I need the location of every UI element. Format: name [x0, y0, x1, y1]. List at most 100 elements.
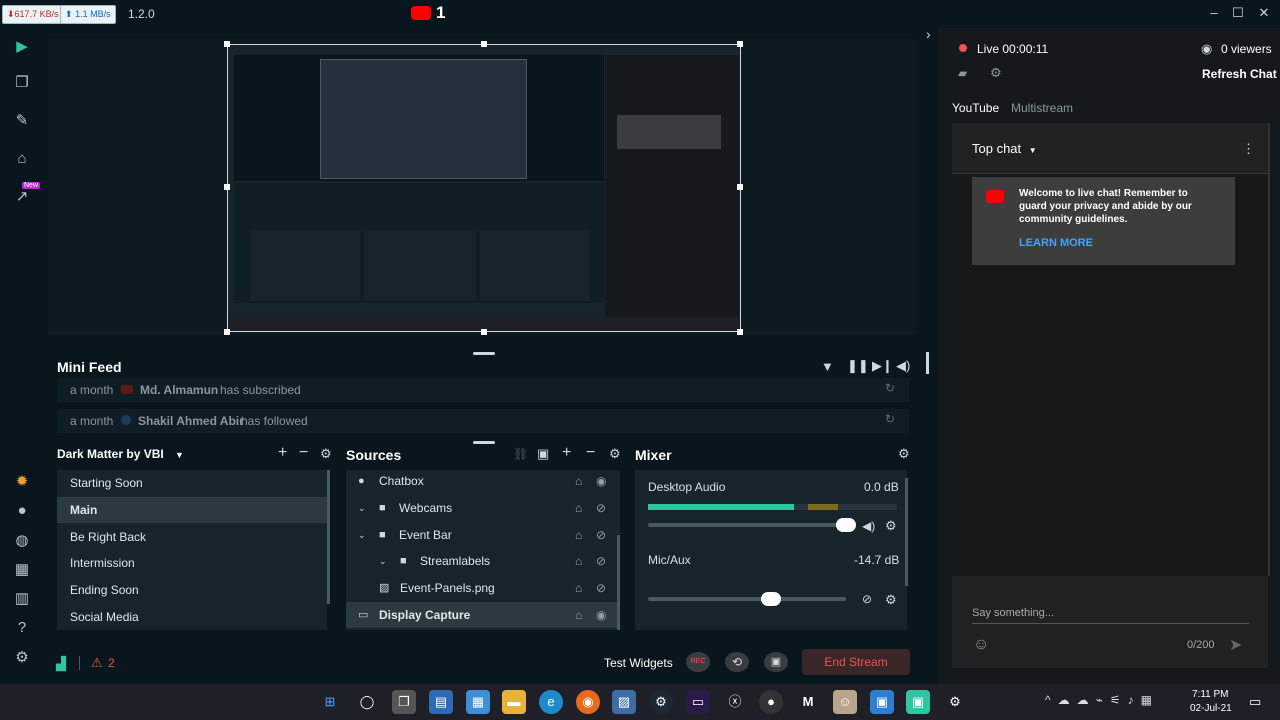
maximize-button[interactable]: ☐ [1228, 4, 1248, 22]
scene-item[interactable]: Starting Soon [57, 470, 327, 496]
add-scene-icon[interactable]: + [278, 444, 287, 462]
popout-chat-icon[interactable]: ▰ [958, 66, 967, 80]
scene-item[interactable]: Ending Soon [57, 577, 327, 603]
windows-start-icon[interactable]: ⊞ [318, 690, 342, 714]
lock-icon[interactable]: ⌂ [575, 468, 582, 494]
scenes-scrollbar[interactable] [327, 470, 330, 604]
resize-handle-tm[interactable] [481, 41, 487, 47]
send-icon[interactable]: ➤ [1229, 635, 1242, 655]
learn-more-link[interactable]: LEARN MORE [1019, 237, 1093, 249]
obs-icon[interactable]: ● [759, 690, 783, 714]
dock-drag-bar[interactable] [473, 441, 495, 444]
test-widgets-button[interactable]: Test Widgets [604, 656, 673, 670]
dock-drag-bar[interactable] [473, 352, 495, 355]
end-stream-button[interactable]: End Stream [802, 649, 910, 675]
visibility-icon[interactable]: ◉ [596, 602, 606, 628]
emoji-icon[interactable]: ☺ [973, 636, 989, 654]
premiere-icon[interactable]: ▭ [686, 690, 710, 714]
scene-item-selected[interactable]: Main [57, 497, 327, 523]
source-item[interactable]: ⌄ ■ Streamlabels ⌂ ⊘ [346, 548, 620, 574]
resize-handle-tr[interactable] [737, 41, 743, 47]
remove-scene-icon[interactable]: − [299, 444, 308, 462]
channel-settings-icon[interactable]: ⚙ [885, 518, 897, 534]
speaker-icon[interactable]: ◀) [862, 519, 875, 533]
scene-settings-icon[interactable]: ⚙ [320, 446, 332, 462]
photos-icon[interactable]: ▨ [612, 690, 636, 714]
edge-icon[interactable]: e [539, 690, 563, 714]
apps-icon[interactable]: ▦ [11, 559, 33, 581]
scene-item[interactable]: Be Right Back [57, 524, 327, 550]
top-chat-dropdown[interactable]: Top chat ▼ [972, 141, 1037, 156]
tab-youtube[interactable]: YouTube [952, 101, 999, 115]
library-icon[interactable]: ▥ [11, 588, 33, 610]
help-icon[interactable]: ? [11, 617, 33, 639]
firefox-icon[interactable]: ◉ [576, 690, 600, 714]
display-capture-preview[interactable] [227, 44, 741, 332]
alert-icon[interactable]: ⚠ [91, 655, 103, 671]
lock-icon[interactable]: ⌂ [575, 522, 582, 548]
chat-scrollbar[interactable] [1268, 123, 1270, 576]
folder-taskbar-icon[interactable]: ▬ [502, 690, 526, 714]
resize-handle-tl[interactable] [224, 41, 230, 47]
replay-buffer-button[interactable]: ⟲ [725, 652, 749, 672]
source-item[interactable]: ⌄ ■ Webcams ⌂ ⊘ [346, 495, 620, 521]
chevron-down-icon[interactable]: ⌄ [379, 548, 387, 574]
resize-handle-ml[interactable] [224, 184, 230, 190]
scene-item[interactable]: Social Media [57, 604, 327, 630]
layout-icon[interactable]: ❐ [11, 72, 33, 94]
filter-icon[interactable]: ▼ [821, 359, 834, 374]
volume-slider-track[interactable] [648, 523, 846, 527]
visibility-off-icon[interactable]: ⊘ [596, 548, 606, 574]
scene-collection-title[interactable]: Dark Matter by VBI ▼ [57, 447, 184, 461]
lock-icon[interactable]: ⌂ [575, 602, 582, 628]
visibility-off-icon[interactable]: ⊘ [596, 522, 606, 548]
close-button[interactable]: ✕ [1254, 4, 1274, 22]
schedule-button[interactable]: ▣ [764, 652, 788, 672]
volume-icon[interactable]: ◀) [896, 358, 910, 374]
themes-icon[interactable]: ✎ [11, 110, 33, 132]
notification-icon[interactable]: ▭ [1249, 694, 1261, 710]
steam-icon[interactable]: ⚙ [649, 690, 673, 714]
add-source-icon[interactable]: + [562, 444, 571, 462]
pause-icon[interactable]: ❚❚ [847, 358, 869, 374]
source-settings-icon[interactable]: ⚙ [609, 446, 621, 462]
visibility-off-icon[interactable]: ⊘ [596, 575, 606, 601]
volume-slider-knob[interactable] [836, 518, 856, 532]
tab-multistream[interactable]: Multistream [1011, 101, 1073, 115]
widgets-icon[interactable]: ▤ [429, 690, 453, 714]
source-item[interactable]: ● Chatbox ⌂ ◉ [346, 468, 620, 494]
task-view-icon[interactable]: ❐ [392, 690, 416, 714]
more-options-icon[interactable]: ⋮ [1242, 141, 1255, 157]
replay-icon[interactable]: ↻ [885, 412, 895, 426]
visibility-off-icon[interactable]: ⊘ [596, 495, 606, 521]
record-icon[interactable]: ● [11, 500, 33, 522]
sources-scrollbar[interactable] [617, 535, 620, 630]
resize-handle-bm[interactable] [481, 329, 487, 335]
rec-button[interactable]: REC [686, 652, 710, 672]
tray-icons[interactable]: ^☁☁⌁⚟♪▦ [1045, 693, 1159, 707]
visibility-icon[interactable]: ◉ [596, 468, 606, 494]
feed-scrollbar[interactable] [926, 352, 929, 374]
youtube-icon[interactable] [411, 6, 431, 20]
source-item-selected[interactable]: ▭ Display Capture ⌂ ◉ [346, 602, 620, 628]
streamlabs-icon[interactable]: ▣ [906, 690, 930, 714]
performance-icon[interactable]: ▟ [56, 656, 66, 672]
game-app-icon[interactable]: ☺ [833, 690, 857, 714]
settings-taskbar-icon[interactable]: ⚙ [943, 690, 967, 714]
remove-source-icon[interactable]: − [586, 444, 595, 462]
refresh-chat-button[interactable]: Refresh Chat [1202, 67, 1277, 81]
volume-slider-track[interactable] [648, 597, 846, 601]
scene-item[interactable]: Intermission [57, 550, 327, 576]
chevron-down-icon[interactable]: ⌄ [358, 495, 366, 521]
muted-speaker-icon[interactable]: ⊘ [862, 592, 872, 606]
group-icon[interactable]: ⛓ [513, 447, 528, 461]
add-folder-icon[interactable]: ▣ [537, 446, 549, 462]
skip-icon[interactable]: ▶❙ [872, 358, 893, 374]
collapse-chat-icon[interactable]: › [926, 26, 931, 42]
channel-settings-icon[interactable]: ⚙ [885, 592, 897, 608]
xbox-icon[interactable]: ⓧ [723, 690, 747, 714]
highlighter-icon[interactable]: ✹ [11, 471, 33, 493]
search-taskbar-icon[interactable]: ◯ [355, 690, 379, 714]
resize-handle-br[interactable] [737, 329, 743, 335]
explorer-icon[interactable]: ▦ [466, 690, 490, 714]
